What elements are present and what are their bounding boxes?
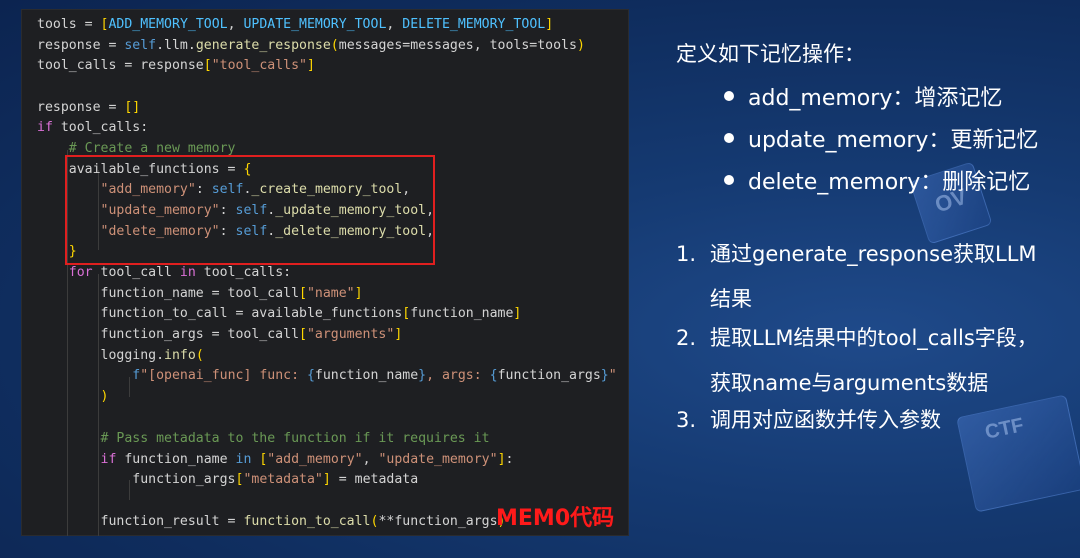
code-line: f"[openai_func] func: {function_name}, a…: [132, 368, 617, 383]
code-line: if function_name in ["add_memory", "upda…: [37, 452, 514, 467]
code-line: function_to_call = available_functions[f…: [37, 306, 522, 321]
operations-title: 定义如下记忆操作：: [676, 42, 865, 66]
code-line: function_result = function_to_call(**fun…: [37, 514, 506, 529]
code-line: function_name = tool_call["name"]: [37, 286, 363, 301]
code-line: ): [37, 389, 109, 404]
bullet-update-memory: update_memory：更新记忆: [724, 122, 1038, 154]
bullet-add-memory: add_memory：增添记忆: [724, 80, 1002, 112]
code-line: logging.info(: [37, 348, 204, 363]
ctf-cube-decoration: [956, 394, 1080, 513]
step-2-continuation: 获取name与arguments数据: [710, 371, 989, 395]
code-line: tools = [ADD_MEMORY_TOOL, UPDATE_MEMORY_…: [37, 17, 554, 32]
code-line: function_args = tool_call["arguments"]: [37, 327, 403, 342]
code-editor-panel: tools = [ADD_MEMORY_TOOL, UPDATE_MEMORY_…: [22, 10, 628, 536]
code-line: for tool_call in tool_calls:: [37, 265, 292, 280]
available-functions-highlight: [65, 155, 435, 265]
code-line: response = self.llm.generate_response(me…: [37, 38, 585, 53]
step-2: 2. 提取LLM结果中的tool_calls字段，: [676, 326, 1038, 350]
step-1-continuation: 结果: [710, 287, 752, 311]
step-3: 3. 调用对应函数并传入参数: [676, 408, 941, 432]
step-1: 1. 通过generate_response获取LLM: [676, 242, 1037, 266]
bullet-delete-memory: delete_memory：删除记忆: [724, 164, 1030, 196]
mem0-code-caption: MEM0代码: [496, 506, 615, 531]
code-line: if tool_calls:: [37, 120, 149, 135]
code-line: # Pass metadata to the function if it re…: [37, 431, 490, 446]
code-line: response = []: [37, 100, 141, 115]
code-line: tool_calls = response["tool_calls"]: [37, 58, 315, 73]
code-line: function_args["metadata"] = metadata: [37, 472, 419, 487]
